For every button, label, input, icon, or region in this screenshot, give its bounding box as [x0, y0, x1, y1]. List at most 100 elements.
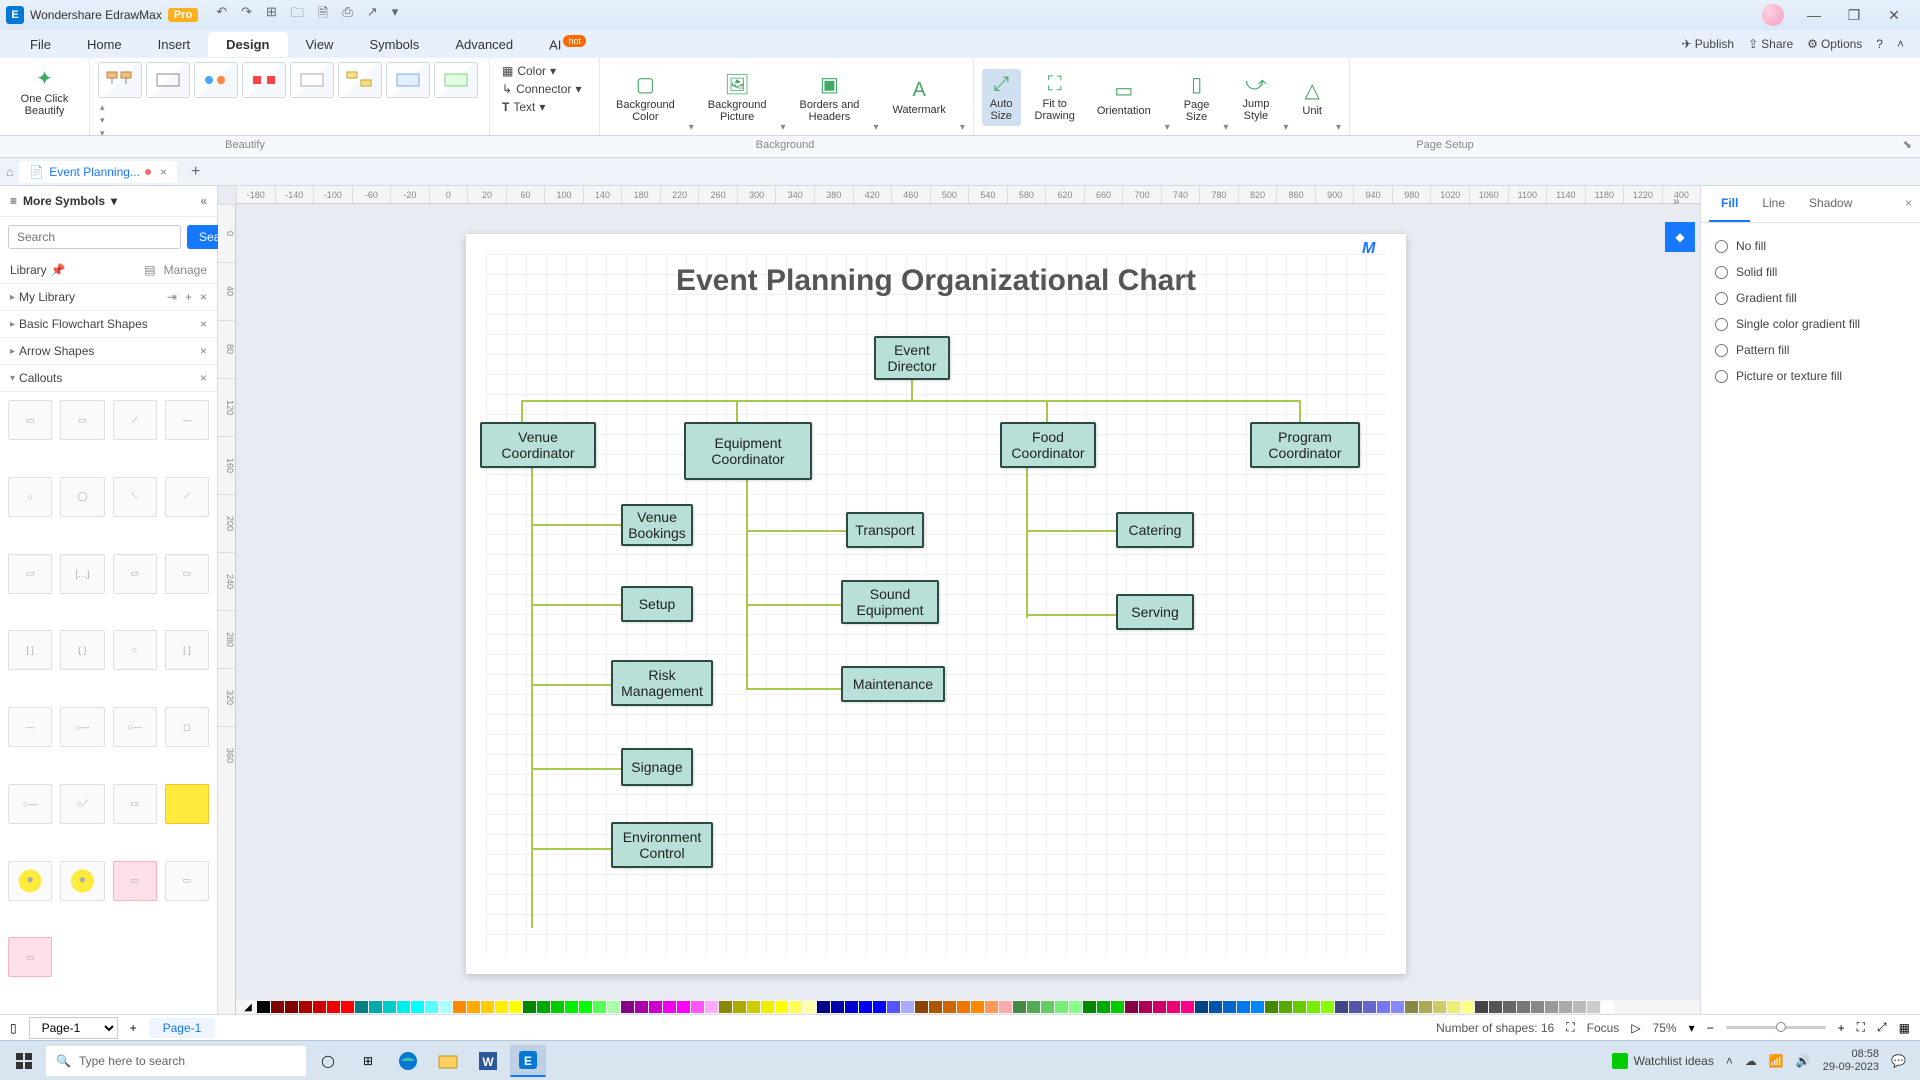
collapse-left-icon[interactable]: « [200, 194, 207, 208]
menu-insert[interactable]: Insert [140, 32, 209, 57]
callout-shape[interactable]: ⟋ [113, 400, 157, 440]
callout-shape[interactable]: ▭ [165, 554, 209, 594]
color-swatch[interactable] [537, 1001, 550, 1013]
collapse-ribbon-icon[interactable]: ˄ [1897, 37, 1904, 51]
callout-shape[interactable]: ⟋ [165, 477, 209, 517]
search-input[interactable] [8, 225, 181, 249]
close-cat-icon[interactable]: × [200, 317, 207, 331]
callout-shape-burst[interactable]: ✹ [60, 861, 104, 901]
color-swatch[interactable] [929, 1001, 942, 1013]
callout-shape[interactable]: ○ [113, 630, 157, 670]
color-swatch[interactable] [257, 1001, 270, 1013]
color-swatch[interactable] [747, 1001, 760, 1013]
color-dropdown[interactable]: ▦ Color ▾ [498, 62, 591, 80]
color-swatch[interactable] [999, 1001, 1012, 1013]
color-swatch[interactable] [369, 1001, 382, 1013]
new-icon[interactable]: ⊞ [266, 4, 277, 26]
callout-shape[interactable]: ○ [8, 477, 52, 517]
color-swatch[interactable] [1503, 1001, 1516, 1013]
color-swatch[interactable] [733, 1001, 746, 1013]
wifi-icon[interactable]: 📶 [1769, 1054, 1784, 1068]
page-view-icon[interactable]: ▯ [10, 1021, 17, 1035]
close-cat-icon[interactable]: × [200, 344, 207, 358]
cat-arrows[interactable]: Arrow Shapes [19, 344, 94, 358]
color-swatch[interactable] [1055, 1001, 1068, 1013]
publish-button[interactable]: ✈ Publish [1682, 37, 1734, 51]
color-swatch[interactable] [845, 1001, 858, 1013]
page-tab[interactable]: Page-1 [149, 1018, 216, 1038]
callout-shape-burst[interactable]: ✹ [8, 861, 52, 901]
fill-option[interactable]: Solid fill [1715, 259, 1906, 285]
manage-icon[interactable]: ▤ [144, 263, 155, 277]
callout-shape[interactable]: [ ] [8, 630, 52, 670]
color-swatch[interactable] [1545, 1001, 1558, 1013]
color-swatch[interactable] [1167, 1001, 1180, 1013]
org-box-equipment[interactable]: Equipment Coordinator [684, 422, 812, 480]
tab-line[interactable]: Line [1750, 186, 1797, 222]
help-icon[interactable]: ? [1876, 37, 1883, 51]
zoom-slider[interactable] [1726, 1026, 1826, 1029]
presentation-icon[interactable]: ▷ [1631, 1021, 1640, 1035]
bg-color-button[interactable]: ▢Background Color [608, 68, 683, 127]
callout-shape-rounded[interactable]: ▭ [165, 861, 209, 901]
color-swatch[interactable] [495, 1001, 508, 1013]
notifications-icon[interactable]: 💬 [1891, 1054, 1906, 1068]
color-swatch[interactable] [1181, 1001, 1194, 1013]
onedrive-icon[interactable]: ☁ [1745, 1054, 1757, 1068]
canvas-page[interactable]: M Event Planning Organizational Chart [466, 234, 1406, 974]
color-swatch[interactable] [1447, 1001, 1460, 1013]
color-swatch[interactable] [1237, 1001, 1250, 1013]
color-swatch[interactable] [1405, 1001, 1418, 1013]
close-panel-icon[interactable]: × [1905, 196, 1912, 210]
color-swatch[interactable] [817, 1001, 830, 1013]
auto-size-button[interactable]: ⤢Auto Size [982, 69, 1021, 126]
zoom-out-button[interactable]: − [1707, 1021, 1714, 1035]
color-swatch[interactable] [439, 1001, 452, 1013]
color-swatch[interactable] [1293, 1001, 1306, 1013]
color-swatch[interactable] [579, 1001, 592, 1013]
color-swatch[interactable] [453, 1001, 466, 1013]
color-swatch[interactable] [1069, 1001, 1082, 1013]
color-swatch[interactable] [1083, 1001, 1096, 1013]
color-swatch[interactable] [677, 1001, 690, 1013]
callout-shape[interactable]: ⟍ [113, 477, 157, 517]
tab-shadow[interactable]: Shadow [1797, 186, 1864, 222]
color-swatch[interactable] [957, 1001, 970, 1013]
color-swatch[interactable] [761, 1001, 774, 1013]
expand-icon[interactable]: ▸ [10, 292, 15, 303]
color-swatch[interactable] [397, 1001, 410, 1013]
redo-icon[interactable]: ↷ [241, 4, 252, 26]
fit-page-icon[interactable]: ⛶ [1857, 1020, 1865, 1035]
color-swatch[interactable] [1335, 1001, 1348, 1013]
fill-option[interactable]: Single color gradient fill [1715, 311, 1906, 337]
theme-preset-7[interactable] [386, 62, 430, 98]
expand-icon[interactable]: ▸ [10, 319, 15, 330]
color-swatch[interactable] [1307, 1001, 1320, 1013]
callout-shape-rounded[interactable]: ▭ [113, 861, 157, 901]
callout-shape[interactable]: — [165, 400, 209, 440]
menu-design[interactable]: Design [208, 32, 287, 57]
color-swatch[interactable] [327, 1001, 340, 1013]
edrawmax-icon[interactable]: E [510, 1045, 546, 1077]
color-swatch[interactable] [383, 1001, 396, 1013]
org-box-sound[interactable]: Sound Equipment [841, 580, 939, 624]
home-tab-icon[interactable]: ⌂ [6, 165, 13, 179]
menu-ai[interactable]: AIhot [531, 31, 604, 57]
theme-preset-4[interactable] [242, 62, 286, 98]
callout-shape[interactable]: ▭ [113, 784, 157, 824]
color-swatch[interactable] [915, 1001, 928, 1013]
color-swatch[interactable] [1419, 1001, 1432, 1013]
color-swatch[interactable] [411, 1001, 424, 1013]
bg-picture-dropdown[interactable]: ▾ [780, 122, 785, 133]
org-box-risk[interactable]: Risk Management [611, 660, 713, 706]
color-swatch[interactable] [901, 1001, 914, 1013]
callout-shape[interactable]: ▭ [60, 400, 104, 440]
color-swatch[interactable] [1265, 1001, 1278, 1013]
color-swatch[interactable] [705, 1001, 718, 1013]
org-box-serving[interactable]: Serving [1116, 594, 1194, 630]
color-swatch[interactable] [1111, 1001, 1124, 1013]
manage-link[interactable]: Manage [164, 263, 207, 277]
save-icon[interactable]: 🗎 [318, 4, 328, 26]
bg-picture-button[interactable]: 🖼Background Picture [700, 68, 775, 127]
options-button[interactable]: ⚙ Options [1807, 37, 1862, 51]
